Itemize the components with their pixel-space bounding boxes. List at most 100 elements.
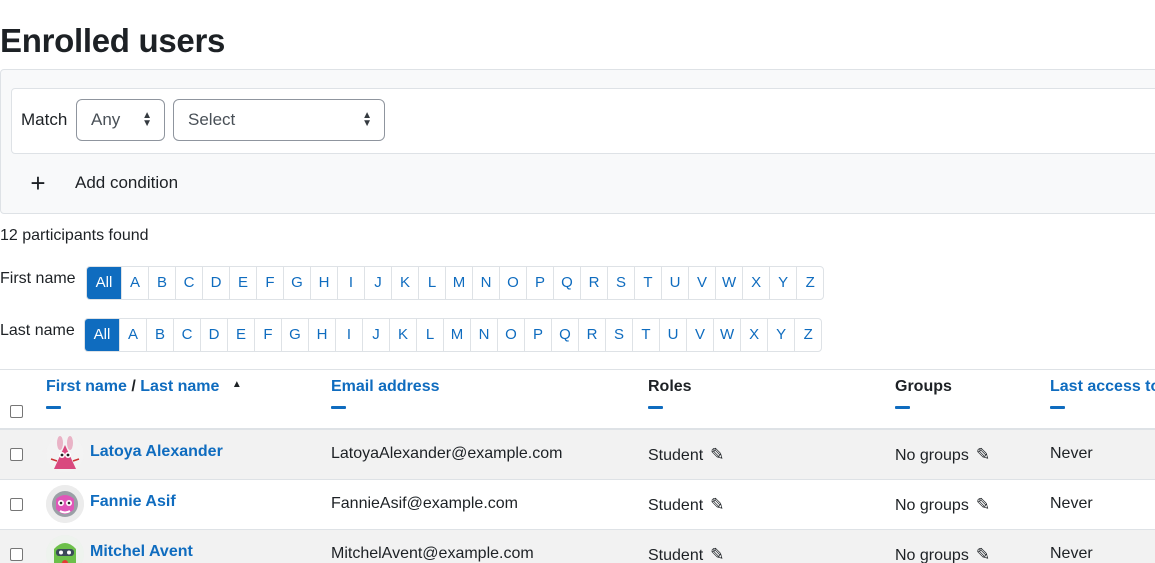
last-name-initial-k[interactable]: K	[389, 319, 416, 351]
last-name-initial-f[interactable]: F	[254, 319, 281, 351]
first-name-initial-h[interactable]: H	[310, 267, 337, 299]
first-name-initial-o[interactable]: O	[499, 267, 526, 299]
last-name-initial-u[interactable]: U	[659, 319, 686, 351]
last-name-initial-w[interactable]: W	[713, 319, 740, 351]
match-select[interactable]: Any ▲ ▼	[76, 99, 165, 141]
last-access-sort-link[interactable]: Last access to	[1050, 378, 1155, 395]
last-name-initial-s[interactable]: S	[605, 319, 632, 351]
collapse-column-icon[interactable]	[1050, 406, 1065, 409]
row-checkbox[interactable]	[10, 448, 23, 461]
first-name-initial-i[interactable]: I	[337, 267, 364, 299]
first-name-initial-z[interactable]: Z	[796, 267, 823, 299]
avatar[interactable]	[46, 485, 84, 523]
first-name-initial-d[interactable]: D	[202, 267, 229, 299]
last-name-initial-y[interactable]: Y	[767, 319, 794, 351]
last-name-sort-link[interactable]: Last name	[140, 378, 219, 395]
last-name-initial-l[interactable]: L	[416, 319, 443, 351]
user-role: Student ✎	[648, 495, 724, 515]
condition-select-value: Select	[188, 110, 236, 129]
user-groups-label: No groups	[895, 497, 969, 514]
first-name-initial-u[interactable]: U	[661, 267, 688, 299]
pencil-icon[interactable]: ✎	[710, 545, 724, 563]
first-name-initial-x[interactable]: X	[742, 267, 769, 299]
first-name-initial-e[interactable]: E	[229, 267, 256, 299]
user-avatar-icon	[46, 535, 84, 563]
first-name-initial-q[interactable]: Q	[553, 267, 580, 299]
last-name-initial-c[interactable]: C	[173, 319, 200, 351]
last-name-initial-b[interactable]: B	[146, 319, 173, 351]
collapse-column-icon[interactable]	[46, 406, 61, 409]
first-name-initial-b[interactable]: B	[148, 267, 175, 299]
condition-type-select[interactable]: Select ▲ ▼	[173, 99, 385, 141]
user-groups-label: No groups	[895, 447, 969, 464]
collapse-column-icon[interactable]	[895, 406, 910, 409]
first-name-initial-m[interactable]: M	[445, 267, 472, 299]
pencil-icon[interactable]: ✎	[976, 495, 990, 515]
last-name-initial-h[interactable]: H	[308, 319, 335, 351]
last-name-initial-t[interactable]: T	[632, 319, 659, 351]
table-row: Fannie Asif FannieAsif@example.com Stude…	[0, 480, 1155, 530]
select-all-checkbox[interactable]	[10, 405, 23, 418]
select-arrows-icon: ▲ ▼	[142, 110, 152, 129]
first-name-initial-s[interactable]: S	[607, 267, 634, 299]
pencil-icon[interactable]: ✎	[976, 445, 990, 465]
last-name-initial-v[interactable]: V	[686, 319, 713, 351]
first-name-initial-a[interactable]: A	[121, 267, 148, 299]
last-name-initial-d[interactable]: D	[200, 319, 227, 351]
sort-ascending-icon: ▲	[231, 379, 242, 390]
avatar[interactable]	[46, 435, 84, 473]
user-last-access: Never	[1050, 545, 1093, 562]
first-name-initial-j[interactable]: J	[364, 267, 391, 299]
last-name-initial-i[interactable]: I	[335, 319, 362, 351]
last-name-initial-o[interactable]: O	[497, 319, 524, 351]
row-checkbox[interactable]	[10, 498, 23, 511]
last-name-initial-g[interactable]: G	[281, 319, 308, 351]
first-name-initial-t[interactable]: T	[634, 267, 661, 299]
add-condition-button[interactable]: + Add condition	[28, 170, 178, 196]
first-name-initial-w[interactable]: W	[715, 267, 742, 299]
collapse-column-icon[interactable]	[648, 406, 663, 409]
first-name-initial-k[interactable]: K	[391, 267, 418, 299]
participants-table: First name / Last name ▲ Email address R…	[0, 369, 1155, 563]
groups-header-label: Groups	[895, 378, 952, 395]
first-name-initial-y[interactable]: Y	[769, 267, 796, 299]
first-name-sort-link[interactable]: First name	[46, 378, 127, 395]
last-name-initial-x[interactable]: X	[740, 319, 767, 351]
last-name-initial-all[interactable]: All	[85, 319, 119, 351]
first-name-initial-r[interactable]: R	[580, 267, 607, 299]
last-name-initial-m[interactable]: M	[443, 319, 470, 351]
first-name-initial-p[interactable]: P	[526, 267, 553, 299]
last-name-initial-e[interactable]: E	[227, 319, 254, 351]
participants-count: 12 participants found	[0, 227, 149, 244]
last-name-initial-r[interactable]: R	[578, 319, 605, 351]
user-name-link[interactable]: Fannie Asif	[90, 493, 176, 511]
last-name-initial-q[interactable]: Q	[551, 319, 578, 351]
first-name-initial-g[interactable]: G	[283, 267, 310, 299]
last-name-initial-n[interactable]: N	[470, 319, 497, 351]
collapse-column-icon[interactable]	[331, 406, 346, 409]
user-groups: No groups ✎	[895, 495, 990, 515]
last-name-initial-j[interactable]: J	[362, 319, 389, 351]
first-name-initial-l[interactable]: L	[418, 267, 445, 299]
first-name-initial-c[interactable]: C	[175, 267, 202, 299]
user-name-link[interactable]: Latoya Alexander	[90, 443, 223, 461]
pencil-icon[interactable]: ✎	[976, 545, 990, 563]
first-name-initial-f[interactable]: F	[256, 267, 283, 299]
first-name-initials-label: First name	[0, 270, 76, 287]
first-name-initial-all[interactable]: All	[87, 267, 121, 299]
user-email: MitchelAvent@example.com	[331, 545, 534, 562]
user-name-link[interactable]: Mitchel Avent	[90, 543, 193, 561]
filter-row: Match Any ▲ ▼ Select ▲ ▼	[11, 88, 1155, 154]
last-name-initial-z[interactable]: Z	[794, 319, 821, 351]
user-groups-label: No groups	[895, 547, 969, 563]
pencil-icon[interactable]: ✎	[710, 495, 724, 515]
pencil-icon[interactable]: ✎	[710, 445, 724, 465]
avatar[interactable]	[46, 535, 84, 563]
row-checkbox[interactable]	[10, 548, 23, 561]
first-name-initial-n[interactable]: N	[472, 267, 499, 299]
last-name-initial-p[interactable]: P	[524, 319, 551, 351]
email-sort-link[interactable]: Email address	[331, 378, 440, 395]
last-name-initial-a[interactable]: A	[119, 319, 146, 351]
table-row: Mitchel Avent MitchelAvent@example.com S…	[0, 530, 1155, 563]
first-name-initial-v[interactable]: V	[688, 267, 715, 299]
